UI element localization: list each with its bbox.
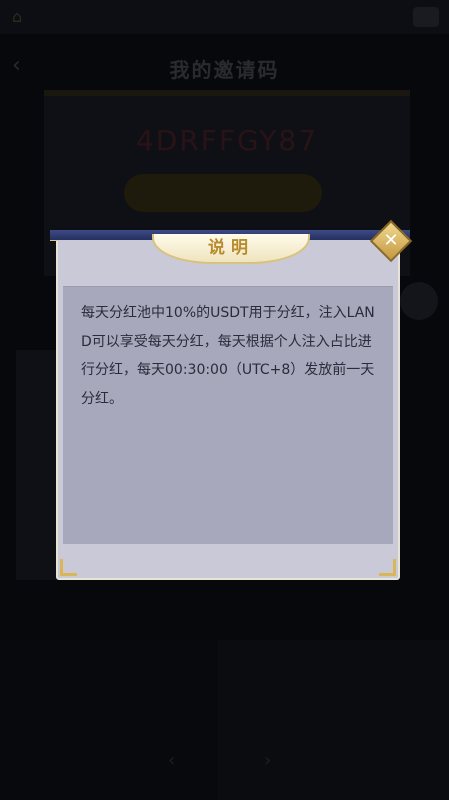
nav-bar: ‹ 我的邀请码 [0,40,449,92]
title-plaque: 说明 [152,234,310,264]
next-arrow-icon[interactable]: › [264,750,271,771]
dialog-header: 说明 [58,234,398,288]
prev-arrow-icon[interactable]: ‹ [168,750,175,771]
background-round-button[interactable] [400,282,438,320]
close-icon[interactable]: ✕ [378,228,404,254]
copy-button[interactable] [124,174,322,212]
info-dialog: 说明 ✕ 每天分红池中10%的USDT用于分红，注入LAND可以享受每天分红，每… [50,219,413,580]
bottom-panel [218,640,449,800]
menu-icon[interactable] [413,7,439,27]
background-panel [16,350,60,580]
dialog-description: 每天分红池中10%的USDT用于分红，注入LAND可以享受每天分红，每天根据个人… [81,305,375,407]
dialog-title: 说明 [208,238,254,258]
status-bar: ⌂ [0,0,449,34]
corner-ornament [60,559,77,576]
home-icon[interactable]: ⌂ [12,8,32,26]
invite-code: 4DRFFGY87 [135,124,319,157]
page-title: 我的邀请码 [169,58,280,82]
corner-ornament [379,559,396,576]
dialog-content: 每天分红池中10%的USDT用于分红，注入LAND可以享受每天分红，每天根据个人… [63,286,393,544]
